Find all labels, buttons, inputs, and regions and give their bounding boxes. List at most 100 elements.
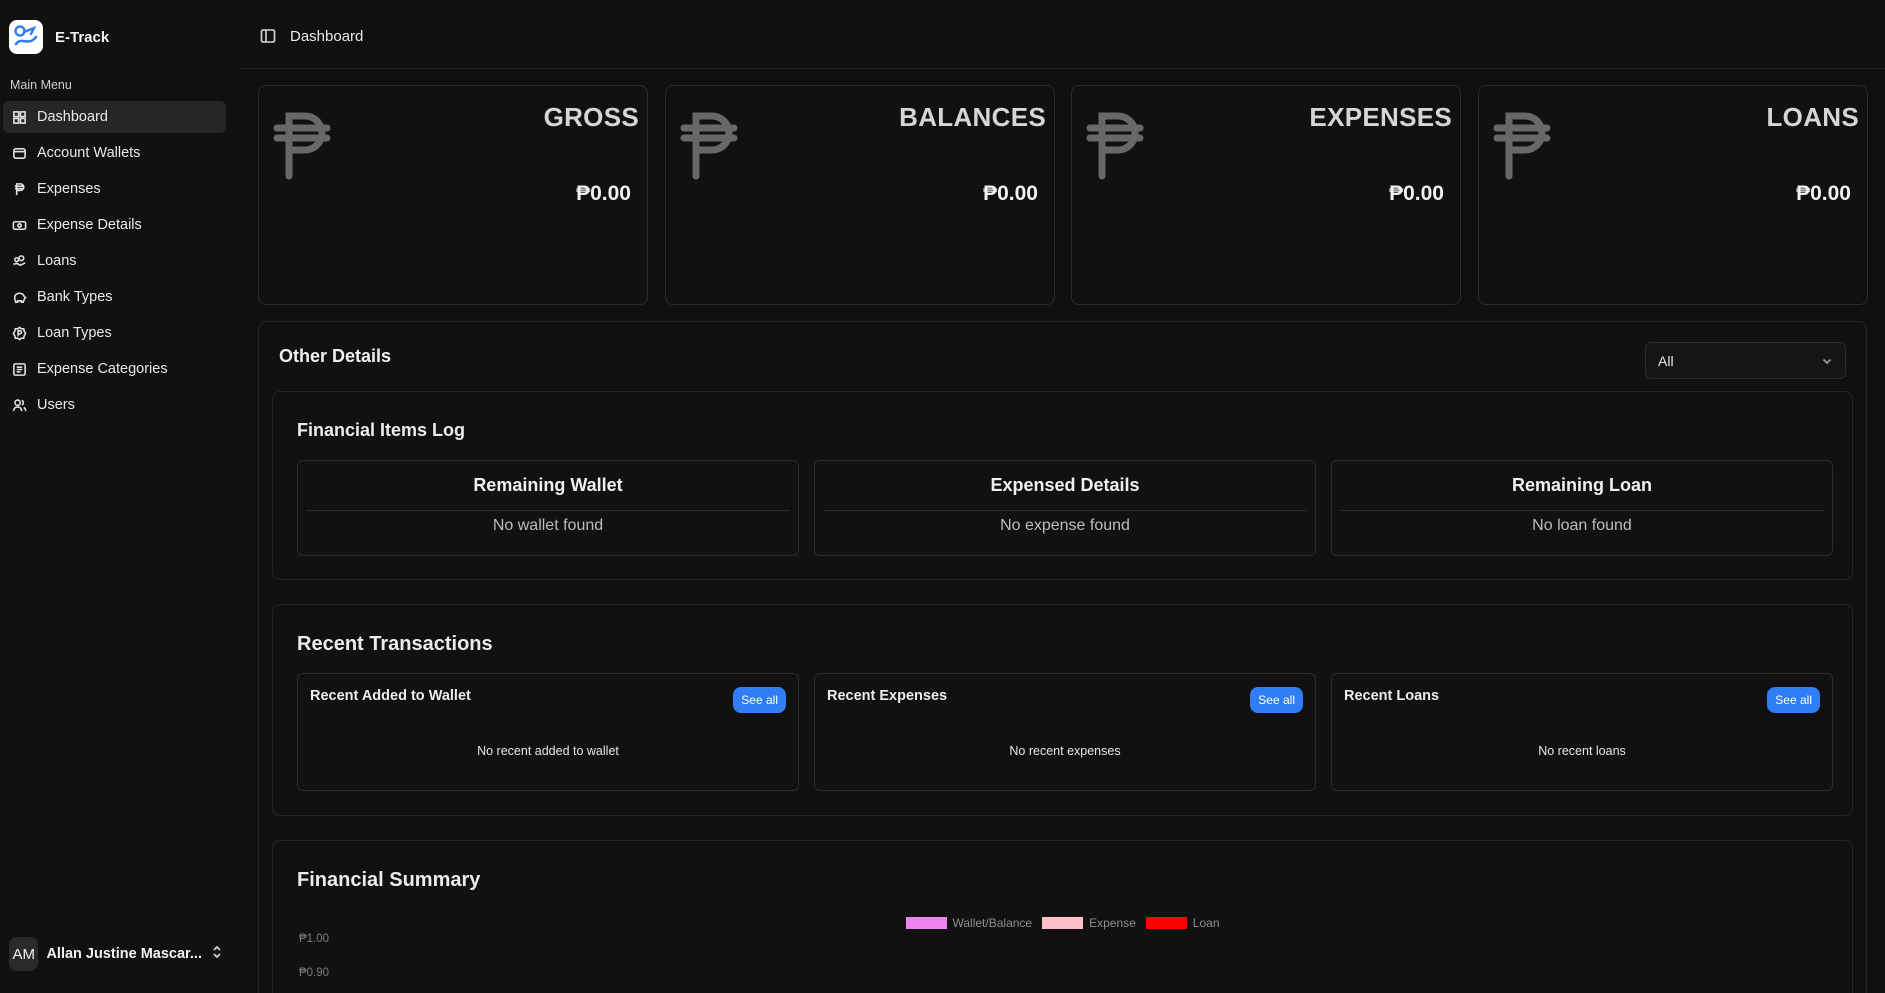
badge-peso-icon xyxy=(11,325,27,341)
section-title: Financial Summary xyxy=(297,869,481,891)
card-title: Recent Expenses xyxy=(827,688,948,704)
section-title: Financial Items Log xyxy=(297,420,466,440)
sidebar-toggle-icon[interactable] xyxy=(260,28,276,44)
remaining-wallet-card: Remaining Wallet No wallet found xyxy=(297,460,799,556)
legend-label: Wallet/Balance xyxy=(952,916,1033,930)
legend-swatch xyxy=(905,917,947,929)
filter-value: All xyxy=(1658,352,1674,369)
stat-value: ₱0.00 xyxy=(1389,182,1444,205)
sidebar-item-users[interactable]: Users xyxy=(3,389,226,421)
sidebar-item-label: Account Wallets xyxy=(37,145,141,161)
expensed-details-card: Expensed Details No expense found xyxy=(814,460,1316,556)
stat-card-loans: LOANS ₱0.00 xyxy=(1478,85,1868,305)
stat-card-expenses: EXPENSES ₱0.00 xyxy=(1071,85,1461,305)
recent-transactions: Recent Transactions Recent Added to Wall… xyxy=(272,604,1853,816)
see-all-wallet-button[interactable]: See all xyxy=(733,687,786,713)
period-filter-select[interactable]: All xyxy=(1645,342,1846,379)
list-icon xyxy=(11,361,27,377)
e-track-logo-icon xyxy=(9,20,43,54)
legend-item[interactable]: Expense xyxy=(1042,916,1136,930)
sidebar-item-expense-details[interactable]: Expense Details xyxy=(3,209,226,241)
empty-state: No wallet found xyxy=(492,517,604,534)
hand-coins-icon xyxy=(11,253,27,269)
sidebar: E-Track Main Menu Dashboard Account Wall… xyxy=(0,0,240,993)
sidebar-item-label: Expenses xyxy=(37,181,101,197)
other-details-panel: Other Details All Financial Items Log Re… xyxy=(258,321,1867,993)
app-root: E-Track Main Menu Dashboard Account Wall… xyxy=(0,0,1885,993)
card-title: Recent Added to Wallet xyxy=(310,688,471,704)
peso-icon xyxy=(1491,106,1553,182)
legend-item[interactable]: Wallet/Balance xyxy=(905,916,1033,930)
stat-title: BALANCES xyxy=(899,102,1046,132)
banknote-icon xyxy=(11,217,27,233)
peso-icon xyxy=(271,106,333,182)
stat-value: ₱0.00 xyxy=(576,182,631,205)
topbar: Dashboard xyxy=(240,0,1885,69)
card-title: Expensed Details xyxy=(823,461,1307,511)
chevrons-up-down-icon xyxy=(210,945,224,964)
card-title: Remaining Loan xyxy=(1340,461,1824,511)
brand[interactable]: E-Track xyxy=(9,20,109,54)
recent-expenses-card: Recent Expenses See all No recent expens… xyxy=(814,673,1316,791)
sidebar-item-dashboard[interactable]: Dashboard xyxy=(3,101,226,133)
stat-title: LOANS xyxy=(1766,102,1859,132)
sidebar-item-label: Loan Types xyxy=(37,325,112,341)
recent-wallet-card: Recent Added to Wallet See all No recent… xyxy=(297,673,799,791)
section-title: Recent Transactions xyxy=(297,633,493,655)
sidebar-item-account-wallets[interactable]: Account Wallets xyxy=(3,137,226,169)
sidebar-item-expense-categories[interactable]: Expense Categories xyxy=(3,353,226,385)
empty-state: No recent added to wallet xyxy=(477,744,619,758)
sidebar-item-label: Dashboard xyxy=(37,109,108,125)
card-title: Recent Loans xyxy=(1344,688,1440,704)
user-menu[interactable]: AM Allan Justine Mascar... xyxy=(9,937,224,971)
stat-value: ₱0.00 xyxy=(983,182,1038,205)
legend-label: Expense xyxy=(1089,916,1136,930)
sidebar-item-label: Expense Details xyxy=(37,217,142,233)
see-all-loans-button[interactable]: See all xyxy=(1767,687,1820,713)
section-title: Other Details xyxy=(279,346,392,366)
empty-state: No recent loans xyxy=(1538,744,1626,758)
app-name: E-Track xyxy=(55,28,110,46)
sidebar-item-bank-types[interactable]: Bank Types xyxy=(3,281,226,313)
avatar: AM xyxy=(9,937,39,971)
sidebar-item-loan-types[interactable]: Loan Types xyxy=(3,317,226,349)
sidebar-item-label: Users xyxy=(37,397,75,413)
empty-state: No expense found xyxy=(1000,517,1130,534)
legend-swatch xyxy=(1145,917,1187,929)
financial-summary: Financial Summary Wallet/Balance Expense… xyxy=(272,840,1853,993)
card-title: Remaining Wallet xyxy=(306,461,790,511)
empty-state: No recent expenses xyxy=(1009,744,1121,758)
recent-loans-card: Recent Loans See all No recent loans xyxy=(1331,673,1833,791)
user-name: Allan Justine Mascar... xyxy=(46,946,202,962)
peso-icon xyxy=(11,181,27,197)
chevron-down-icon xyxy=(1822,358,1832,364)
sidebar-item-label: Loans xyxy=(37,253,77,269)
wallet-icon xyxy=(11,145,27,161)
stat-value: ₱0.00 xyxy=(1796,182,1851,205)
stat-card-gross: GROSS ₱0.00 xyxy=(258,85,648,305)
stat-title: GROSS xyxy=(543,102,639,132)
peso-icon xyxy=(1084,106,1146,182)
grid-icon xyxy=(11,109,27,125)
stat-card-balances: BALANCES ₱0.00 xyxy=(665,85,1055,305)
y-tick-label: ₱1.00 xyxy=(299,933,330,945)
legend-swatch xyxy=(1042,917,1084,929)
legend-item[interactable]: Loan xyxy=(1145,916,1220,930)
empty-state: No loan found xyxy=(1532,517,1632,534)
sidebar-item-loans[interactable]: Loans xyxy=(3,245,226,277)
main-menu: Dashboard Account Wallets Expenses Expen… xyxy=(3,101,226,425)
menu-heading: Main Menu xyxy=(10,78,72,92)
chart-legend: Wallet/Balance Expense Loan xyxy=(273,916,1852,930)
legend-label: Loan xyxy=(1192,916,1220,930)
sidebar-item-expenses[interactable]: Expenses xyxy=(3,173,226,205)
peso-icon xyxy=(678,106,740,182)
sidebar-item-label: Expense Categories xyxy=(37,361,168,377)
financial-items-log: Financial Items Log Remaining Wallet No … xyxy=(272,391,1853,580)
breadcrumb: Dashboard xyxy=(290,28,364,45)
piggy-bank-icon xyxy=(11,289,27,305)
sidebar-item-label: Bank Types xyxy=(37,289,113,305)
users-icon xyxy=(11,397,27,413)
stat-title: EXPENSES xyxy=(1309,102,1452,132)
remaining-loan-card: Remaining Loan No loan found xyxy=(1331,460,1833,556)
see-all-expenses-button[interactable]: See all xyxy=(1250,687,1303,713)
